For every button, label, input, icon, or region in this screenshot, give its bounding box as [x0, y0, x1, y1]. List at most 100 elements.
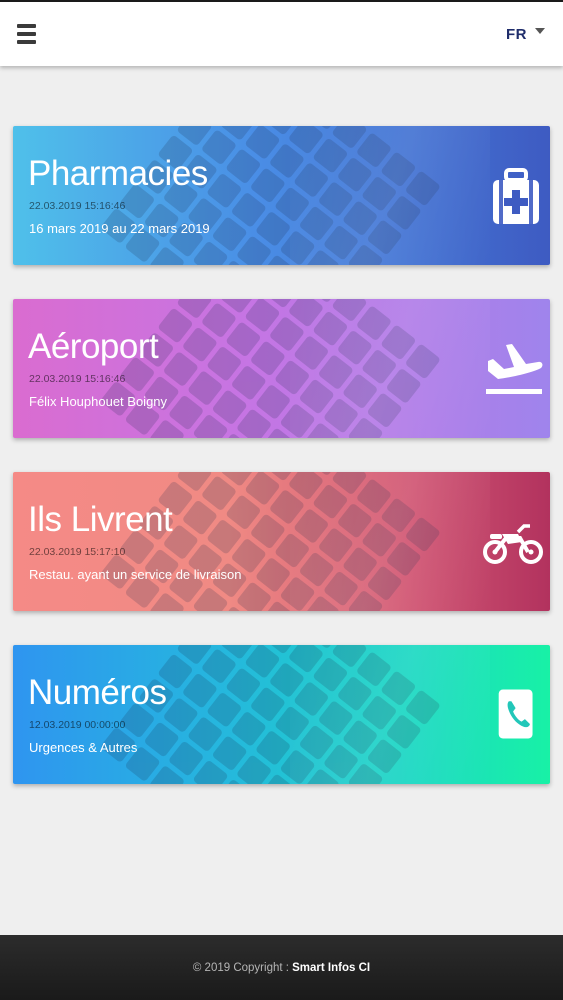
keyboard-key-decoration [322, 397, 360, 434]
keyboard-key-decoration [355, 651, 393, 688]
keyboard-key-decoration [148, 764, 186, 784]
keyboard-key-decoration [380, 670, 417, 707]
card-title: Aéroport [28, 327, 159, 366]
keyboard-key-decoration [298, 205, 335, 242]
keyboard-key-decoration [385, 713, 422, 751]
card-ils-livrent[interactable]: Ils Livrent 22.03.2019 15:17:10 Restau. … [13, 472, 550, 611]
keyboard-background-pattern [89, 472, 446, 611]
card-title: Ils Livrent [28, 500, 173, 539]
keyboard-key-decoration [186, 369, 224, 407]
keyboard-key-decoration [303, 421, 341, 438]
keyboard-key-decoration [287, 299, 325, 328]
card-pharmacies[interactable]: Pharmacies 22.03.2019 15:16:46 16 mars 2… [13, 126, 550, 265]
card-subtitle: Urgences & Autres [29, 740, 138, 755]
card-date: 12.03.2019 00:00:00 [29, 719, 126, 731]
keyboard-key-decoration [366, 738, 403, 775]
keyboard-key-decoration [404, 689, 442, 726]
keyboard-key-decoration [273, 705, 311, 742]
keyboard-key-decoration [263, 645, 300, 655]
keyboard-key-decoration [293, 161, 330, 199]
keyboard-key-decoration [235, 754, 273, 784]
keyboard-key-decoration [249, 340, 287, 377]
keyboard-key-decoration [341, 199, 379, 237]
keyboard-key-decoration [361, 521, 398, 559]
card-aeroport[interactable]: Aéroport 22.03.2019 15:16:46 Félix Houph… [13, 299, 550, 438]
card-shine [290, 472, 490, 611]
card-title: Numéros [28, 673, 167, 712]
keyboard-key-decoration [331, 299, 368, 323]
keyboard-key-decoration [331, 645, 368, 669]
card-date: 22.03.2019 15:16:46 [29, 373, 126, 385]
keyboard-key-decoration [303, 594, 341, 611]
keyboard-key-decoration [216, 778, 254, 784]
keyboard-key-decoration [366, 565, 403, 602]
phone-icon [498, 689, 533, 739]
keyboard-key-decoration [355, 478, 393, 515]
keyboard-key-decoration [219, 645, 257, 661]
keyboard-key-decoration [361, 348, 398, 386]
keyboard-key-decoration [260, 773, 297, 784]
card-date: 22.03.2019 15:17:10 [29, 546, 126, 558]
keyboard-key-decoration [254, 210, 292, 248]
keyboard-key-decoration [254, 383, 292, 421]
keyboard-key-decoration [322, 743, 360, 780]
keyboard-key-decoration [148, 245, 186, 265]
keyboard-key-decoration [200, 474, 238, 512]
keyboard-key-decoration [317, 526, 354, 564]
keyboard-key-decoration [312, 483, 349, 520]
keyboard-key-decoration [287, 472, 325, 501]
keyboard-key-decoration [287, 645, 325, 674]
keyboard-key-decoration [306, 299, 344, 304]
keyboard-key-decoration [385, 367, 422, 405]
keyboard-key-decoration [216, 432, 254, 438]
keyboard-key-decoration [192, 586, 229, 611]
language-selector[interactable]: FR [506, 24, 545, 44]
keyboard-key-decoration [211, 388, 248, 426]
keyboard-key-decoration [162, 696, 200, 734]
keyboard-key-decoration [176, 299, 213, 320]
keyboard-key-decoration [225, 667, 262, 704]
keyboard-key-decoration [336, 329, 374, 366]
card-numeros[interactable]: Numéros 12.03.2019 00:00:00 Urgences & A… [13, 645, 550, 784]
keyboard-key-decoration [225, 494, 262, 531]
keyboard-key-decoration [263, 126, 300, 136]
keyboard-key-decoration [244, 299, 281, 334]
card-subtitle: Restau. ayant un service de livraison [29, 567, 242, 582]
keyboard-key-decoration [336, 675, 374, 712]
hamburger-menu-icon[interactable] [14, 22, 40, 46]
keyboard-key-decoration [249, 513, 287, 550]
keyboard-key-decoration [361, 175, 398, 213]
keyboard-key-decoration [230, 191, 267, 229]
card-title: Pharmacies [28, 154, 208, 193]
card-shine [290, 126, 490, 265]
keyboard-key-decoration [404, 343, 442, 380]
keyboard-key-decoration [366, 392, 403, 429]
keyboard-key-decoration [347, 416, 384, 438]
keyboard-key-decoration [347, 243, 384, 265]
keyboard-key-decoration [244, 645, 281, 680]
keyboard-key-decoration [293, 680, 330, 718]
footer-brand-link[interactable]: Smart Infos CI [292, 962, 370, 974]
keyboard-key-decoration [206, 172, 243, 209]
caret-down-icon [535, 28, 545, 34]
keyboard-key-decoration [361, 694, 398, 732]
keyboard-key-decoration [219, 126, 257, 142]
keyboard-key-decoration [273, 186, 311, 223]
card-shine [290, 645, 490, 784]
keyboard-key-decoration [380, 324, 417, 361]
keyboard-key-decoration [268, 142, 306, 180]
keyboard-key-decoration [244, 472, 281, 507]
keyboard-key-decoration [279, 575, 316, 611]
keyboard-key-decoration [206, 518, 243, 555]
keyboard-key-decoration [331, 126, 368, 150]
status-strip [0, 0, 563, 2]
keyboard-key-decoration [317, 353, 354, 391]
keyboard-key-decoration [303, 767, 341, 784]
keyboard-key-decoration [317, 180, 354, 218]
keyboard-key-decoration [216, 605, 254, 611]
keyboard-key-decoration [157, 307, 194, 344]
keyboard-key-decoration [235, 235, 273, 265]
keyboard-key-decoration [192, 413, 229, 438]
keyboard-key-decoration [380, 151, 417, 188]
keyboard-key-decoration [322, 570, 360, 607]
